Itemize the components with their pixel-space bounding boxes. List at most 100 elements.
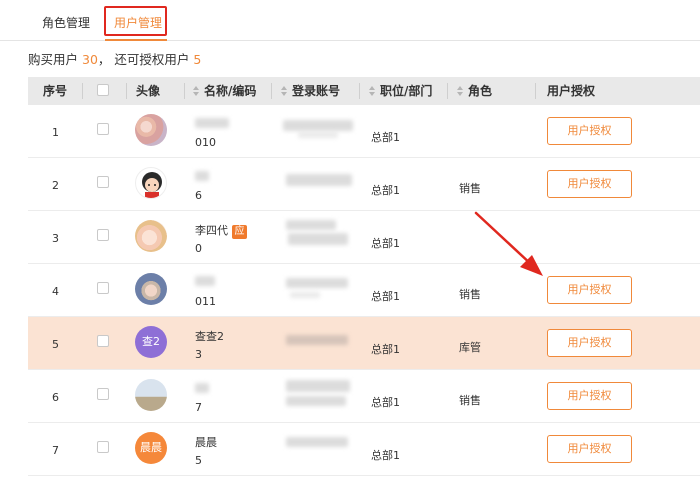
- column-divider: [359, 83, 360, 99]
- user-auth-button[interactable]: 用户授权: [547, 170, 632, 198]
- purchased-label: 购买用户: [28, 52, 79, 67]
- user-auth-button[interactable]: 用户授权: [547, 382, 632, 410]
- anime-avatar: [135, 220, 167, 252]
- annotation-highlight-box: [104, 6, 167, 36]
- user-auth-button[interactable]: 用户授权: [547, 435, 632, 463]
- table-row[interactable]: 5 查2 查查2 3 总部1 库管 用户授权: [28, 317, 700, 370]
- user-code: 011: [195, 295, 216, 308]
- row-checkbox[interactable]: [97, 441, 109, 453]
- purchased-count: 30: [82, 52, 98, 67]
- col-name-sort[interactable]: 名称/编码: [193, 77, 256, 105]
- photo-avatar-1: [135, 114, 167, 146]
- col-index: 序号: [43, 84, 68, 98]
- user-dept: 总部1: [371, 396, 400, 409]
- remaining-label: 还可授权用户: [114, 52, 190, 67]
- col-name: 名称/编码: [204, 84, 257, 98]
- blurred-account: [286, 437, 348, 447]
- user-dept: 总部1: [371, 343, 400, 356]
- table-row[interactable]: 6 7 总部1 销售 用户授权: [28, 370, 700, 423]
- blurred-account: [286, 278, 348, 288]
- col-auth: 用户授权: [547, 84, 596, 98]
- table-row[interactable]: 1 010 总部1 用户授权: [28, 105, 700, 158]
- select-all-checkbox[interactable]: [97, 84, 109, 96]
- row-checkbox[interactable]: [97, 282, 109, 294]
- sort-icon: [457, 86, 464, 96]
- blurred-account: [286, 335, 348, 345]
- row-index: 1: [52, 126, 59, 139]
- sort-icon: [281, 86, 288, 96]
- remaining-count: 5: [193, 52, 202, 67]
- column-divider: [535, 83, 536, 99]
- col-dept: 职位/部门: [380, 84, 433, 98]
- column-divider: [126, 83, 127, 99]
- blurred-account: [286, 174, 352, 186]
- col-account: 登录账号: [292, 84, 341, 98]
- user-auth-button[interactable]: 用户授权: [547, 329, 632, 357]
- blurred-name: [195, 276, 215, 286]
- user-auth-button[interactable]: 用户授权: [547, 117, 632, 145]
- letter-avatar: 晨晨: [135, 432, 167, 464]
- user-name: 李四代: [195, 224, 228, 237]
- user-code: 7: [195, 401, 202, 414]
- col-role: 角色: [468, 84, 493, 98]
- blurred-account: [286, 380, 350, 392]
- column-divider: [184, 83, 185, 99]
- user-code: 0: [195, 242, 202, 255]
- user-auth-button[interactable]: 用户授权: [547, 276, 632, 304]
- blurred-account: [286, 396, 346, 406]
- row-checkbox[interactable]: [97, 176, 109, 188]
- col-avatar: 头像: [136, 84, 161, 98]
- row-index: 4: [52, 285, 59, 298]
- table-row[interactable]: 7 晨晨 晨晨 5 总部1 用户授权: [28, 423, 700, 476]
- table-row[interactable]: 4 011 总部1 销售 用户授权: [28, 264, 700, 317]
- blurred-account: [286, 220, 336, 230]
- user-code: 6: [195, 189, 202, 202]
- table-row[interactable]: 3 李四代应 0 总部1: [28, 211, 700, 264]
- tab-role-management[interactable]: 角色管理: [42, 14, 90, 31]
- active-tab-indicator: [105, 39, 167, 41]
- photo-avatar-4: [135, 273, 167, 305]
- cartoon-avatar: [135, 167, 167, 199]
- letter-avatar: 查2: [135, 326, 167, 358]
- user-badge: 应: [232, 225, 247, 239]
- column-divider: [447, 83, 448, 99]
- blurred-account: [290, 292, 320, 298]
- user-code: 5: [195, 454, 202, 467]
- row-checkbox[interactable]: [97, 388, 109, 400]
- row-index: 6: [52, 391, 59, 404]
- user-code: 3: [195, 348, 202, 361]
- summary-separator: ，: [97, 52, 111, 67]
- row-checkbox[interactable]: [97, 123, 109, 135]
- user-role: 库管: [459, 341, 481, 354]
- row-index: 7: [52, 444, 59, 457]
- blurred-account: [283, 120, 353, 131]
- col-account-sort[interactable]: 登录账号: [281, 77, 340, 105]
- col-dept-sort[interactable]: 职位/部门: [369, 77, 432, 105]
- user-dept: 总部1: [371, 290, 400, 303]
- user-role: 销售: [459, 182, 481, 195]
- blurred-name: [195, 383, 209, 393]
- row-index: 5: [52, 338, 59, 351]
- cartoon-face-icon: [142, 172, 162, 198]
- user-dept: 总部1: [371, 184, 400, 197]
- col-role-sort[interactable]: 角色: [457, 77, 492, 105]
- tab-bar: 角色管理 用户管理: [0, 0, 700, 41]
- table-header: 序号 头像 名称/编码 登录账号 职位/部门 角色 用户授权: [28, 77, 700, 105]
- user-name: 查查2: [195, 330, 224, 343]
- row-checkbox[interactable]: [97, 229, 109, 241]
- user-dept: 总部1: [371, 449, 400, 462]
- user-role: 销售: [459, 394, 481, 407]
- blurred-account: [298, 132, 338, 138]
- table-row[interactable]: 2 6 总部1 销售 用户授权: [28, 158, 700, 211]
- column-divider: [271, 83, 272, 99]
- row-checkbox[interactable]: [97, 335, 109, 347]
- license-summary: 购买用户 30， 还可授权用户 5: [28, 49, 201, 68]
- column-divider: [82, 83, 83, 99]
- row-index: 2: [52, 179, 59, 192]
- user-role: 销售: [459, 288, 481, 301]
- blurred-name: [195, 118, 229, 128]
- user-name: 晨晨: [195, 436, 217, 449]
- user-dept: 总部1: [371, 131, 400, 144]
- photo-avatar-6: [135, 379, 167, 411]
- row-index: 3: [52, 232, 59, 245]
